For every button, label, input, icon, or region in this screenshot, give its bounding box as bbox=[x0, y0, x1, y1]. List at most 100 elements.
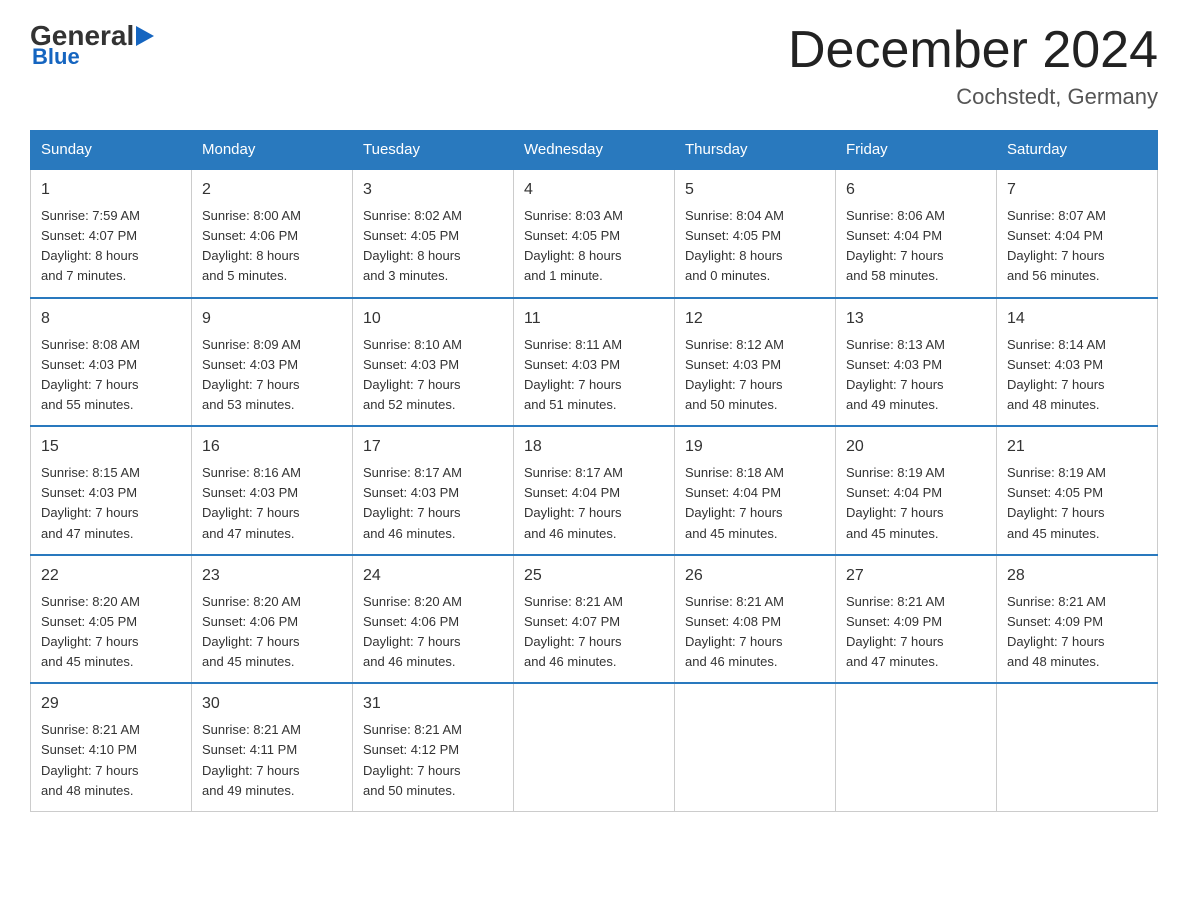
column-header-friday: Friday bbox=[836, 131, 997, 170]
day-info: Sunrise: 8:07 AM Sunset: 4:04 PM Dayligh… bbox=[1007, 206, 1147, 287]
day-number: 27 bbox=[846, 564, 986, 588]
calendar-header-row: SundayMondayTuesdayWednesdayThursdayFrid… bbox=[31, 131, 1158, 170]
day-info: Sunrise: 8:15 AM Sunset: 4:03 PM Dayligh… bbox=[41, 463, 181, 544]
day-number: 8 bbox=[41, 307, 181, 331]
day-number: 22 bbox=[41, 564, 181, 588]
day-number: 26 bbox=[685, 564, 825, 588]
column-header-sunday: Sunday bbox=[31, 131, 192, 170]
day-info: Sunrise: 8:20 AM Sunset: 4:06 PM Dayligh… bbox=[363, 592, 503, 673]
calendar-cell: 1 Sunrise: 7:59 AM Sunset: 4:07 PM Daylig… bbox=[31, 169, 192, 298]
day-info: Sunrise: 8:02 AM Sunset: 4:05 PM Dayligh… bbox=[363, 206, 503, 287]
calendar-cell: 15Sunrise: 8:15 AM Sunset: 4:03 PM Dayli… bbox=[31, 426, 192, 555]
day-info: Sunrise: 8:03 AM Sunset: 4:05 PM Dayligh… bbox=[524, 206, 664, 287]
calendar-cell: 21 Sunrise: 8:19 AM Sunset: 4:05 PM Dayli… bbox=[997, 426, 1158, 555]
location-title: Cochstedt, Germany bbox=[788, 84, 1158, 110]
day-info: Sunrise: 8:06 AM Sunset: 4:04 PM Dayligh… bbox=[846, 206, 986, 287]
calendar-cell: 27 Sunrise: 8:21 AM Sunset: 4:09 PM Dayli… bbox=[836, 555, 997, 684]
day-info: Sunrise: 8:21 AM Sunset: 4:12 PM Dayligh… bbox=[363, 720, 503, 801]
day-number: 20 bbox=[846, 435, 986, 459]
day-info: Sunrise: 8:16 AM Sunset: 4:03 PM Dayligh… bbox=[202, 463, 342, 544]
day-info: Sunrise: 8:19 AM Sunset: 4:05 PM Dayligh… bbox=[1007, 463, 1147, 544]
calendar-cell: 20Sunrise: 8:19 AM Sunset: 4:04 PM Dayli… bbox=[836, 426, 997, 555]
calendar-cell bbox=[836, 683, 997, 811]
day-number: 4 bbox=[524, 178, 664, 202]
day-info: Sunrise: 8:10 AM Sunset: 4:03 PM Dayligh… bbox=[363, 335, 503, 416]
calendar-cell: 3Sunrise: 8:02 AM Sunset: 4:05 PM Daylig… bbox=[353, 169, 514, 298]
calendar-cell bbox=[997, 683, 1158, 811]
calendar-week-row: 8 Sunrise: 8:08 AM Sunset: 4:03 PM Daylig… bbox=[31, 298, 1158, 427]
calendar-week-row: 15Sunrise: 8:15 AM Sunset: 4:03 PM Dayli… bbox=[31, 426, 1158, 555]
calendar-cell: 24 Sunrise: 8:20 AM Sunset: 4:06 PM Dayli… bbox=[353, 555, 514, 684]
calendar-cell bbox=[514, 683, 675, 811]
calendar-cell: 26Sunrise: 8:21 AM Sunset: 4:08 PM Dayli… bbox=[675, 555, 836, 684]
day-info: Sunrise: 8:21 AM Sunset: 4:07 PM Dayligh… bbox=[524, 592, 664, 673]
day-info: Sunrise: 8:17 AM Sunset: 4:03 PM Dayligh… bbox=[363, 463, 503, 544]
day-number: 13 bbox=[846, 307, 986, 331]
calendar-week-row: 22 Sunrise: 8:20 AM Sunset: 4:05 PM Dayli… bbox=[31, 555, 1158, 684]
day-info: Sunrise: 8:20 AM Sunset: 4:06 PM Dayligh… bbox=[202, 592, 342, 673]
calendar-cell: 23 Sunrise: 8:20 AM Sunset: 4:06 PM Dayli… bbox=[192, 555, 353, 684]
calendar-cell bbox=[675, 683, 836, 811]
day-number: 31 bbox=[363, 692, 503, 716]
logo-arrow-icon bbox=[136, 20, 154, 52]
column-header-tuesday: Tuesday bbox=[353, 131, 514, 170]
day-number: 23 bbox=[202, 564, 342, 588]
calendar-cell: 31 Sunrise: 8:21 AM Sunset: 4:12 PM Dayli… bbox=[353, 683, 514, 811]
calendar-cell: 22 Sunrise: 8:20 AM Sunset: 4:05 PM Dayli… bbox=[31, 555, 192, 684]
calendar-cell: 30 Sunrise: 8:21 AM Sunset: 4:11 PM Dayli… bbox=[192, 683, 353, 811]
day-number: 10 bbox=[363, 307, 503, 331]
day-info: Sunrise: 7:59 AM Sunset: 4:07 PM Dayligh… bbox=[41, 206, 181, 287]
day-info: Sunrise: 8:11 AM Sunset: 4:03 PM Dayligh… bbox=[524, 335, 664, 416]
title-area: December 2024 Cochstedt, Germany bbox=[788, 20, 1158, 110]
day-info: Sunrise: 8:12 AM Sunset: 4:03 PM Dayligh… bbox=[685, 335, 825, 416]
calendar-cell: 8 Sunrise: 8:08 AM Sunset: 4:03 PM Daylig… bbox=[31, 298, 192, 427]
day-number: 25 bbox=[524, 564, 664, 588]
day-number: 24 bbox=[363, 564, 503, 588]
calendar-cell: 7 Sunrise: 8:07 AM Sunset: 4:04 PM Daylig… bbox=[997, 169, 1158, 298]
calendar-week-row: 1 Sunrise: 7:59 AM Sunset: 4:07 PM Daylig… bbox=[31, 169, 1158, 298]
calendar-cell: 17 Sunrise: 8:17 AM Sunset: 4:03 PM Dayli… bbox=[353, 426, 514, 555]
day-info: Sunrise: 8:21 AM Sunset: 4:09 PM Dayligh… bbox=[846, 592, 986, 673]
day-number: 9 bbox=[202, 307, 342, 331]
day-number: 12 bbox=[685, 307, 825, 331]
day-info: Sunrise: 8:21 AM Sunset: 4:10 PM Dayligh… bbox=[41, 720, 181, 801]
calendar-cell: 16 Sunrise: 8:16 AM Sunset: 4:03 PM Dayli… bbox=[192, 426, 353, 555]
calendar-table: SundayMondayTuesdayWednesdayThursdayFrid… bbox=[30, 130, 1158, 812]
page-header: General Blue December 2024 Cochstedt, Ge… bbox=[30, 20, 1158, 110]
day-number: 14 bbox=[1007, 307, 1147, 331]
day-info: Sunrise: 8:17 AM Sunset: 4:04 PM Dayligh… bbox=[524, 463, 664, 544]
logo: General Blue bbox=[30, 20, 156, 70]
calendar-cell: 19Sunrise: 8:18 AM Sunset: 4:04 PM Dayli… bbox=[675, 426, 836, 555]
day-number: 7 bbox=[1007, 178, 1147, 202]
day-info: Sunrise: 8:20 AM Sunset: 4:05 PM Dayligh… bbox=[41, 592, 181, 673]
calendar-cell: 18Sunrise: 8:17 AM Sunset: 4:04 PM Dayli… bbox=[514, 426, 675, 555]
calendar-week-row: 29 Sunrise: 8:21 AM Sunset: 4:10 PM Dayli… bbox=[31, 683, 1158, 811]
day-number: 21 bbox=[1007, 435, 1147, 459]
day-number: 5 bbox=[685, 178, 825, 202]
calendar-cell: 2 Sunrise: 8:00 AM Sunset: 4:06 PM Daylig… bbox=[192, 169, 353, 298]
day-number: 1 bbox=[41, 178, 181, 202]
calendar-cell: 9 Sunrise: 8:09 AM Sunset: 4:03 PM Daylig… bbox=[192, 298, 353, 427]
day-number: 28 bbox=[1007, 564, 1147, 588]
calendar-cell: 14Sunrise: 8:14 AM Sunset: 4:03 PM Dayli… bbox=[997, 298, 1158, 427]
day-number: 16 bbox=[202, 435, 342, 459]
day-number: 6 bbox=[846, 178, 986, 202]
calendar-cell: 25 Sunrise: 8:21 AM Sunset: 4:07 PM Dayli… bbox=[514, 555, 675, 684]
column-header-wednesday: Wednesday bbox=[514, 131, 675, 170]
column-header-monday: Monday bbox=[192, 131, 353, 170]
day-info: Sunrise: 8:08 AM Sunset: 4:03 PM Dayligh… bbox=[41, 335, 181, 416]
day-number: 19 bbox=[685, 435, 825, 459]
day-number: 2 bbox=[202, 178, 342, 202]
calendar-cell: 10 Sunrise: 8:10 AM Sunset: 4:03 PM Dayli… bbox=[353, 298, 514, 427]
day-info: Sunrise: 8:21 AM Sunset: 4:11 PM Dayligh… bbox=[202, 720, 342, 801]
day-info: Sunrise: 8:09 AM Sunset: 4:03 PM Dayligh… bbox=[202, 335, 342, 416]
day-info: Sunrise: 8:00 AM Sunset: 4:06 PM Dayligh… bbox=[202, 206, 342, 287]
column-header-thursday: Thursday bbox=[675, 131, 836, 170]
day-info: Sunrise: 8:04 AM Sunset: 4:05 PM Dayligh… bbox=[685, 206, 825, 287]
calendar-cell: 29 Sunrise: 8:21 AM Sunset: 4:10 PM Dayli… bbox=[31, 683, 192, 811]
calendar-cell: 11Sunrise: 8:11 AM Sunset: 4:03 PM Dayli… bbox=[514, 298, 675, 427]
calendar-cell: 12 Sunrise: 8:12 AM Sunset: 4:03 PM Dayli… bbox=[675, 298, 836, 427]
day-number: 17 bbox=[363, 435, 503, 459]
day-number: 30 bbox=[202, 692, 342, 716]
day-number: 29 bbox=[41, 692, 181, 716]
